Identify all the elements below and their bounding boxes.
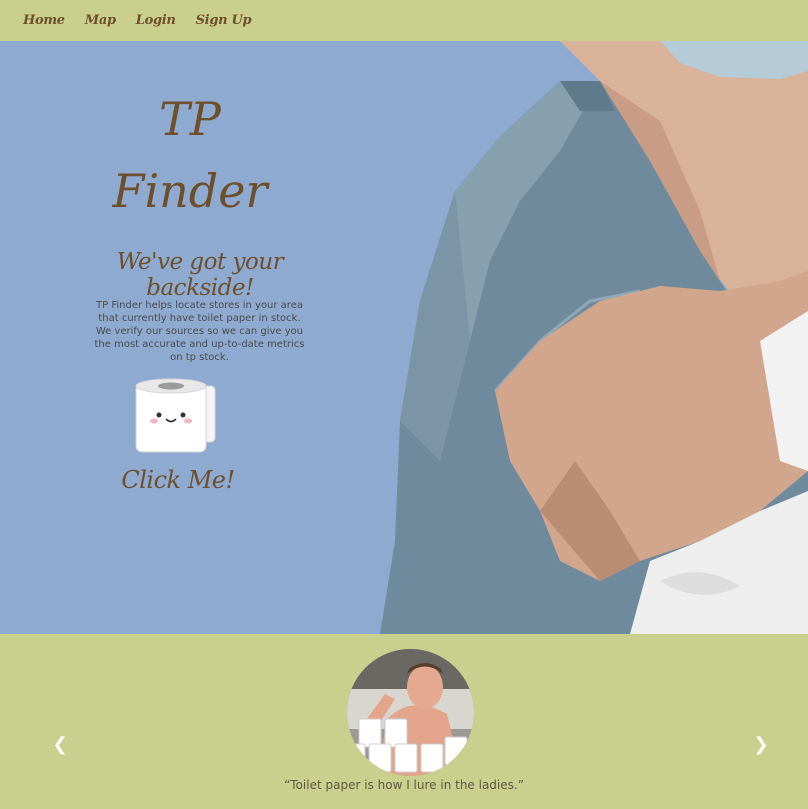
hero-section: TP Finder We've got your backside! TP Fi… <box>0 41 808 634</box>
testimonial-quote: “Toilet paper is how I lure in the ladie… <box>284 778 524 792</box>
main-nav: Home Map Login Sign Up <box>0 0 808 41</box>
hero-title-line2: Finder <box>112 164 268 218</box>
testimonial-carousel: ❮ “Toilet paper is how I lure in the lad… <box>0 634 808 809</box>
nav-signup-link[interactable]: Sign Up <box>196 13 252 28</box>
hero-title: TP Finder <box>90 83 290 227</box>
hero-tagline: We've got your backside! <box>116 249 284 301</box>
testimonial-avatar <box>347 649 474 776</box>
nav-login-link[interactable]: Login <box>136 13 176 28</box>
click-me-button[interactable]: Click Me! <box>98 466 258 494</box>
nav-home-link[interactable]: Home <box>23 13 65 28</box>
hero-title-line1: TP <box>159 92 221 146</box>
hero-description: TP Finder helps locate stores in your ar… <box>94 300 305 363</box>
nav-map-link[interactable]: Map <box>85 13 116 28</box>
toilet-paper-roll-icon[interactable] <box>132 378 220 458</box>
chevron-right-icon[interactable]: ❯ <box>753 734 769 756</box>
chevron-left-icon[interactable]: ❮ <box>52 734 68 756</box>
